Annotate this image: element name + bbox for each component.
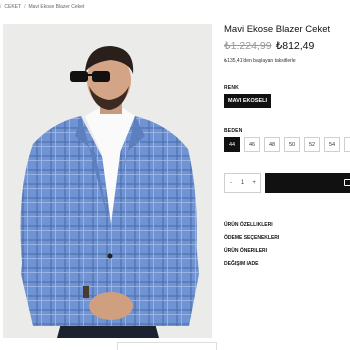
breadcrumb-separator: / bbox=[0, 4, 2, 10]
size-option-more[interactable] bbox=[344, 137, 350, 152]
product-info: Mavi Ekose Blazer Ceket ₺1.224,99 ₺812,4… bbox=[224, 24, 350, 64]
color-label: RENK bbox=[224, 85, 239, 91]
link-product-suggestions[interactable]: ÜRÜN ÖNERILERI bbox=[224, 248, 279, 254]
quantity-decrease-button[interactable]: - bbox=[225, 180, 237, 186]
breadcrumb: / CEKET / Mavi Ekose Blazer Ceket bbox=[0, 4, 84, 10]
link-payment-options[interactable]: ÖDEME SEÇENEKLERI bbox=[224, 235, 279, 241]
breadcrumb-item-category[interactable]: CEKET bbox=[4, 4, 21, 10]
current-price: ₺812,49 bbox=[275, 40, 315, 52]
link-returns[interactable]: DEĞIŞIM IADE bbox=[224, 261, 279, 267]
model-illustration bbox=[3, 24, 212, 338]
bottom-tab[interactable] bbox=[117, 342, 217, 350]
old-price: ₺1.224,99 bbox=[224, 40, 272, 52]
product-image[interactable] bbox=[3, 24, 212, 338]
size-option-52[interactable]: 52 bbox=[304, 137, 320, 152]
size-options: 44 46 48 50 52 54 bbox=[224, 137, 350, 152]
size-label: BEDEN bbox=[224, 128, 243, 134]
quantity-stepper: - 1 + bbox=[224, 173, 261, 193]
cart-icon bbox=[344, 179, 350, 186]
size-option-46[interactable]: 46 bbox=[244, 137, 260, 152]
size-option-54[interactable]: 54 bbox=[324, 137, 340, 152]
breadcrumb-separator: / bbox=[24, 4, 26, 10]
product-detail-links: ÜRÜN ÖZELLIKLERI ÖDEME SEÇENEKLERI ÜRÜN … bbox=[224, 222, 279, 267]
quantity-increase-button[interactable]: + bbox=[248, 180, 260, 186]
product-title: Mavi Ekose Blazer Ceket bbox=[224, 24, 331, 35]
price-row: ₺1.224,99 ₺812,49 bbox=[224, 40, 350, 52]
size-option-44[interactable]: 44 bbox=[224, 137, 240, 152]
color-option-selected[interactable]: MAVI EKOSELI bbox=[224, 94, 272, 108]
size-option-50[interactable]: 50 bbox=[284, 137, 300, 152]
installment-text: ₺135,41'den başlayan taksitlerle bbox=[224, 58, 296, 64]
quantity-value[interactable]: 1 bbox=[237, 180, 249, 186]
link-product-features[interactable]: ÜRÜN ÖZELLIKLERI bbox=[224, 222, 279, 228]
add-to-cart-button[interactable] bbox=[265, 173, 350, 193]
size-option-48[interactable]: 48 bbox=[264, 137, 280, 152]
breadcrumb-item-current: Mavi Ekose Blazer Ceket bbox=[28, 4, 85, 10]
